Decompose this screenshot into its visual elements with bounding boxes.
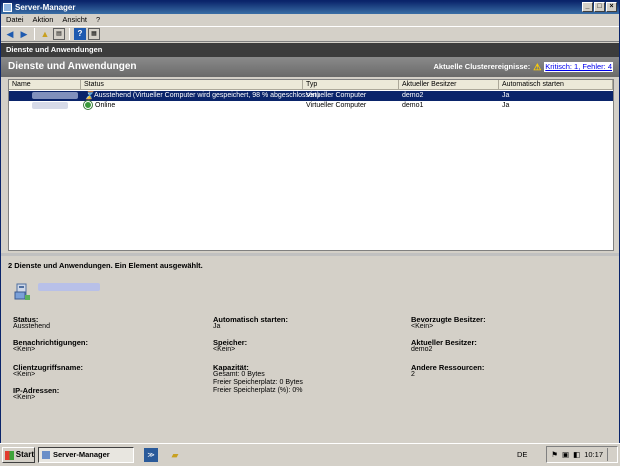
autostart-value: Ja	[213, 323, 221, 330]
table-row[interactable]: ⌛Ausstehend (Virtueller Computer wird ge…	[9, 91, 613, 101]
menu-datei[interactable]: Datei	[6, 14, 24, 26]
online-icon	[84, 101, 92, 110]
minimize-button[interactable]: _	[582, 2, 593, 12]
window-title: Server-Manager	[15, 3, 76, 12]
column-header-type[interactable]: Typ	[303, 80, 399, 90]
close-button[interactable]: ×	[606, 2, 617, 12]
row-type: Virtueller Computer	[306, 102, 367, 109]
cluster-events-link[interactable]: Kritisch: 1, Fehler: 4	[544, 62, 613, 72]
title-bar[interactable]: Server-Manager _ □ ×	[1, 1, 619, 14]
column-header-name[interactable]: Name	[9, 80, 81, 90]
column-header-status[interactable]: Status	[81, 80, 303, 90]
services-list[interactable]: Name Status Typ Aktueller Besitzer Autom…	[8, 79, 614, 251]
capacity-free-percent: Freier Speicherplatz (%): 0%	[213, 387, 303, 394]
show-desktop-icon[interactable]	[607, 448, 613, 461]
row-status: Online	[81, 101, 115, 111]
properties-icon[interactable]: ▦	[88, 28, 100, 40]
start-button[interactable]: Start	[2, 447, 35, 463]
section-header: Dienste und Anwendungen Aktuelle Cluster…	[1, 57, 619, 77]
server-manager-window: Server-Manager _ □ × Datei Aktion Ansich…	[0, 0, 620, 444]
storage-value: <Kein>	[213, 346, 236, 353]
taskbar: Start Server-Manager ≫ ▰ DE ⚑ ▣ ◧ 10:17	[0, 443, 620, 466]
redacted-selected-name	[38, 283, 100, 291]
cluster-events-label: Aktuelle Clusterereignisse:	[433, 62, 531, 71]
autostart-label: Automatisch starten:	[213, 315, 289, 324]
network-icon[interactable]: ▣	[562, 450, 569, 459]
up-folder-icon[interactable]: ▲	[39, 28, 51, 40]
redacted-name	[29, 91, 78, 101]
toolbar: ◀ ▶ ▲ ▤ ? ▦	[1, 26, 619, 42]
explorer-icon[interactable]: ▰	[168, 448, 182, 462]
capacity-total: Gesamt: 0 Bytes	[213, 371, 265, 378]
system-tray: ⚑ ▣ ◧ 10:17	[546, 446, 618, 463]
table-row[interactable]: Online Virtueller Computer demo1 Ja	[9, 101, 613, 111]
other-resources-label: Andere Ressourcen:	[411, 363, 485, 372]
toolbar-separator	[69, 28, 70, 40]
language-indicator[interactable]: DE	[517, 450, 527, 459]
hourglass-icon: ⌛	[84, 91, 94, 101]
column-header-owner[interactable]: Aktueller Besitzer	[399, 80, 499, 90]
windows-logo-icon	[5, 450, 14, 460]
back-icon[interactable]: ◀	[4, 28, 16, 40]
maximize-button[interactable]: □	[594, 2, 605, 12]
forward-icon[interactable]: ▶	[18, 28, 30, 40]
status-value: Ausstehend	[13, 323, 50, 330]
other-resources-value: 2	[411, 371, 415, 378]
details-summary: 2 Dienste und Anwendungen. Ein Element a…	[8, 261, 203, 270]
powershell-icon[interactable]: ≫	[144, 448, 158, 462]
section-title: Dienste und Anwendungen	[8, 61, 137, 72]
virtual-machine-icon	[14, 283, 30, 300]
row-owner: demo1	[402, 102, 424, 109]
list-header: Name Status Typ Aktueller Besitzer Autom…	[9, 80, 613, 90]
taskbar-server-manager[interactable]: Server-Manager	[38, 447, 134, 463]
start-label: Start	[15, 450, 34, 459]
column-header-autostart[interactable]: Automatisch starten	[499, 80, 613, 90]
show-hide-tree-icon[interactable]: ▤	[53, 28, 65, 40]
menu-bar: Datei Aktion Ansicht ?	[1, 14, 619, 26]
taskbar-task-label: Server-Manager	[53, 450, 110, 459]
volume-icon[interactable]: ◧	[573, 450, 580, 459]
help-icon[interactable]: ?	[74, 28, 86, 40]
row-owner: demo2	[402, 92, 424, 99]
clock[interactable]: 10:17	[584, 450, 603, 459]
menu-ansicht[interactable]: Ansicht	[62, 14, 87, 26]
ip-addresses-value: <Kein>	[13, 394, 36, 401]
notifications-value: <Kein>	[13, 346, 36, 353]
current-owner-value: demo2	[411, 346, 433, 353]
redacted-name	[29, 101, 68, 111]
toolbar-separator	[34, 28, 35, 40]
menu-help[interactable]: ?	[96, 14, 100, 26]
server-manager-icon	[42, 451, 50, 459]
row-status: ⌛Ausstehend (Virtueller Computer wird ge…	[84, 91, 320, 101]
preferred-owners-value: <Kein>	[411, 323, 434, 330]
row-autostart: Ja	[502, 92, 510, 99]
row-autostart: Ja	[502, 102, 510, 109]
details-pane: 2 Dienste und Anwendungen. Ein Element a…	[1, 256, 619, 444]
warning-icon: ⚠	[533, 62, 542, 72]
pane-header: Dienste und Anwendungen	[1, 43, 619, 57]
row-type: Virtueller Computer	[306, 92, 367, 99]
action-center-icon[interactable]: ⚑	[551, 450, 558, 459]
menu-aktion[interactable]: Aktion	[33, 14, 54, 26]
client-access-value: <Kein>	[13, 371, 36, 378]
app-icon	[3, 3, 12, 12]
capacity-free: Freier Speicherplatz: 0 Bytes	[213, 379, 303, 386]
